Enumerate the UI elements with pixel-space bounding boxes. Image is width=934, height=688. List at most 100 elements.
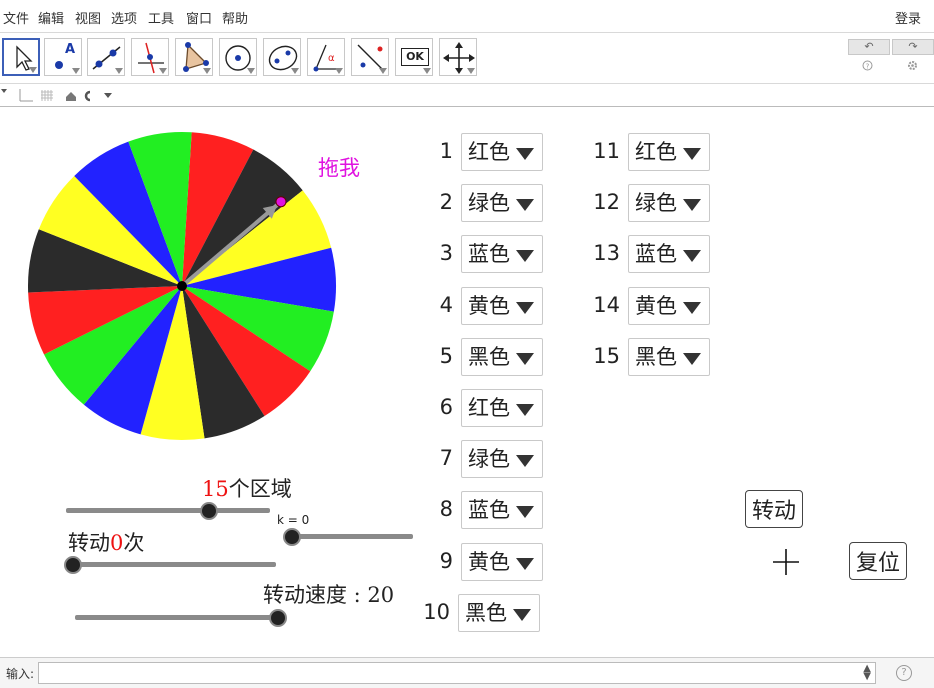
- gear-icon[interactable]: [907, 60, 918, 74]
- menu-file[interactable]: 文件: [3, 8, 29, 27]
- sector-color-dropdown[interactable]: 红色: [461, 389, 543, 427]
- up-down-arrows-icon[interactable]: ▲ ▼: [863, 664, 871, 682]
- sector-color-dropdown[interactable]: 黑色: [458, 593, 540, 632]
- menu-help[interactable]: 帮助: [222, 8, 248, 27]
- sector-number: 9: [439, 548, 453, 573]
- menu-view[interactable]: 视图: [75, 8, 101, 27]
- wheel-center-point: [177, 281, 187, 291]
- sector-number: 3: [439, 241, 453, 266]
- sector-color-value: 绿色: [468, 191, 510, 216]
- button-tool-button[interactable]: OK: [395, 38, 433, 76]
- speed-slider[interactable]: [75, 615, 278, 620]
- sector-color-dropdown[interactable]: 红色: [628, 133, 710, 171]
- spin-count-slider-knob[interactable]: [64, 556, 82, 574]
- speed-slider-knob[interactable]: [269, 609, 287, 627]
- undo-button[interactable]: ↶: [848, 39, 890, 55]
- sector-color-dropdown[interactable]: 绿色: [461, 184, 543, 223]
- home-icon: [66, 92, 76, 101]
- k-slider[interactable]: [292, 534, 413, 539]
- ok-label: OK: [401, 48, 429, 66]
- point-tool-button[interactable]: A: [44, 38, 82, 76]
- sector-number: 6: [439, 395, 453, 419]
- reflect-tool-button[interactable]: [351, 38, 389, 76]
- toolbar: A α OK ↶ ↷ ?: [0, 33, 934, 84]
- region-count-slider-knob[interactable]: [199, 502, 218, 520]
- conic-tool-button[interactable]: [263, 38, 301, 76]
- region-count-slider[interactable]: [66, 508, 270, 513]
- dropdown-arrow-icon: [516, 506, 534, 519]
- menu-tools[interactable]: 工具: [148, 8, 174, 27]
- style-bar-icons: [1, 89, 112, 102]
- sector-number: 13: [593, 241, 620, 266]
- dropdown-arrow-icon: [683, 301, 701, 314]
- input-help-icon[interactable]: ?: [896, 665, 912, 681]
- dropdown-arrow-icon: [516, 250, 534, 263]
- k-slider-knob[interactable]: [283, 528, 301, 546]
- chevron-down-icon: [72, 68, 80, 74]
- sector-number: 10: [423, 599, 450, 624]
- sector-color-dropdown[interactable]: 蓝色: [461, 491, 543, 530]
- region-count-suffix: 个区域: [228, 477, 292, 501]
- sector-color-dropdown[interactable]: 绿色: [461, 440, 543, 479]
- sector-color-dropdown[interactable]: 黑色: [628, 337, 710, 376]
- login-link[interactable]: 登录: [895, 8, 921, 27]
- dropdown-arrow-icon: [683, 352, 701, 365]
- sector-number: 2: [439, 190, 453, 215]
- circle-tool-button[interactable]: [219, 38, 257, 76]
- sector-color-dropdown[interactable]: 黄色: [628, 286, 710, 325]
- move-tool-button[interactable]: [2, 38, 40, 76]
- sector-color-value: 黑色: [468, 344, 510, 369]
- chevron-down-icon: [29, 67, 37, 73]
- sector-color-dropdown[interactable]: 红色: [461, 133, 543, 171]
- sector-color-value: 黑色: [635, 344, 677, 369]
- sector-color-dropdown[interactable]: 黄色: [461, 542, 543, 581]
- polygon-tool-button[interactable]: [175, 38, 213, 76]
- line-tool-button[interactable]: [87, 38, 125, 76]
- region-count-label: 15个区域: [202, 473, 292, 503]
- grid-icon: [41, 90, 53, 101]
- menu-options[interactable]: 选项: [111, 8, 137, 27]
- svg-text:?: ?: [866, 63, 870, 71]
- collapse-triangle-icon: [1, 89, 7, 93]
- perpendicular-tool-button[interactable]: [131, 38, 169, 76]
- sector-color-dropdown[interactable]: 蓝色: [628, 235, 710, 274]
- magnet-icon: [84, 90, 112, 102]
- sector-color-value: 黄色: [468, 549, 510, 574]
- redo-button[interactable]: ↷: [892, 39, 934, 55]
- sector-color-dropdown[interactable]: 绿色: [628, 184, 710, 223]
- spin-count-slider[interactable]: [73, 562, 276, 567]
- spinner-wheel: [28, 132, 336, 440]
- chevron-down-icon: [247, 68, 255, 74]
- sector-number: 8: [439, 497, 453, 522]
- input-field[interactable]: ▲ ▼: [38, 662, 876, 684]
- sector-number: 15: [593, 343, 620, 368]
- menu-window[interactable]: 窗口: [186, 8, 212, 27]
- reset-button[interactable]: 复位: [849, 542, 908, 580]
- sector-color-value: 蓝色: [468, 498, 510, 523]
- angle-tool-button[interactable]: α: [307, 38, 345, 76]
- dropdown-arrow-icon: [516, 148, 534, 160]
- dropdown-arrow-icon: [683, 148, 701, 160]
- chevron-down-icon: [115, 68, 123, 74]
- help-icon[interactable]: ?: [862, 60, 873, 74]
- sector-number: 7: [439, 446, 453, 471]
- chevron-down-icon: [423, 68, 431, 74]
- dropdown-arrow-icon: [683, 250, 701, 263]
- sector-number: 5: [439, 343, 453, 368]
- chevron-down-icon: [467, 68, 475, 74]
- dropdown-arrow-icon: [513, 608, 531, 621]
- graphics-view[interactable]: 拖我 15个区域 k = 0 转动0次 转动速度 : 20 1 红色 2 绿色 3 蓝色 4…: [0, 107, 934, 656]
- drag-handle-point[interactable]: [275, 196, 287, 208]
- move-view-tool-button[interactable]: [439, 38, 477, 76]
- sector-number: 11: [593, 139, 620, 163]
- spin-button[interactable]: 转动: [745, 490, 804, 528]
- dropdown-arrow-icon: [516, 301, 534, 314]
- sector-color-value: 红色: [468, 140, 510, 164]
- sector-color-dropdown[interactable]: 蓝色: [461, 235, 543, 274]
- sector-number: 4: [439, 292, 453, 317]
- sector-color-dropdown[interactable]: 黄色: [461, 286, 543, 325]
- k-slider-label: k = 0: [277, 513, 310, 527]
- sector-color-dropdown[interactable]: 黑色: [461, 337, 543, 376]
- axes-icon: [19, 89, 33, 102]
- menu-edit[interactable]: 编辑: [38, 8, 64, 27]
